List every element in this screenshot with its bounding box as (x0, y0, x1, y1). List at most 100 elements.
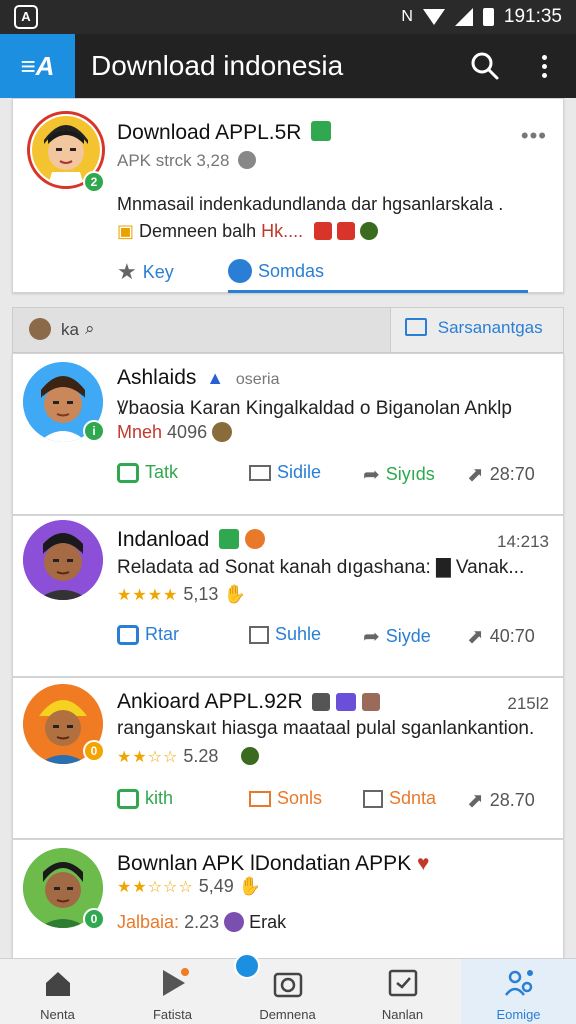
nav-item-play[interactable]: Fatista (115, 959, 230, 1024)
avatar-illustration (23, 520, 103, 600)
action-mail-label: Sonls (277, 788, 323, 808)
post-stats: Mneh 4096 (117, 422, 233, 443)
trend-icon (405, 318, 427, 336)
featured-subtitle: APK strck 3,28 (117, 151, 257, 171)
action-gift[interactable]: Sdnta (363, 788, 436, 809)
app-logo[interactable]: ≡A (0, 34, 75, 98)
chat-icon (117, 462, 139, 483)
verified-tag-icon (311, 121, 332, 141)
nav-item-inbox[interactable]: Nanlan (345, 959, 460, 1024)
post-title[interactable]: Bownlan APK lDondatian APPK ♥ (117, 852, 430, 876)
post-rating-value: 5.28 (183, 746, 219, 766)
action-share[interactable]: ➦ Siyıds (363, 462, 435, 487)
tag-icon: ⬈ (467, 626, 484, 648)
post-badge: i (83, 420, 105, 442)
post-card[interactable]: i Ashlaids ▲ oseria Ꝟbaosia Karan Kingal… (12, 353, 564, 515)
app-bar: ≡A Download indonesia (0, 34, 576, 98)
key-link[interactable]: ★ Key (117, 259, 174, 285)
action-star[interactable]: Rtar (117, 624, 179, 645)
filter-trending[interactable]: Sarsanantgas (405, 318, 543, 338)
share-icon: ➦ (363, 464, 380, 486)
filter-bar: ka ⌕ Sarsanantgas (12, 307, 564, 353)
action-mail[interactable]: Sidile (249, 462, 321, 483)
nav-camera-badge-icon (234, 953, 260, 979)
post-rating-value: 5,49 (198, 876, 234, 896)
action-share-label: Siyde (385, 626, 431, 646)
user-mini-icon (29, 318, 51, 340)
badge-round-icon (244, 529, 265, 549)
post-badge: 0 (83, 908, 105, 930)
post-title-text: Bownlan APK lDondatian APPK (117, 852, 412, 875)
action-mail[interactable]: Sonls (249, 788, 322, 809)
action-talk[interactable]: Tatk (117, 462, 178, 483)
post-extra-label: Jalbaia: (117, 912, 180, 932)
post-title[interactable]: Ankioard APPL.92R (117, 690, 381, 714)
post-actions: kith Sonls Sdnta ⬈ 28.70 (117, 788, 557, 818)
wifi-icon (422, 9, 445, 25)
action-gift[interactable]: Suhle (249, 624, 321, 645)
post-text: Reladata ad Sonat kanah dıgashana: ▇ Van… (117, 557, 525, 578)
post-title-text: Ankioard APPL.92R (117, 690, 303, 713)
rating-stars: ★★★★ (117, 587, 179, 604)
mini-avatar-icon (224, 912, 245, 932)
featured-description-2: ▣ Demneen balh Hk.... (117, 221, 379, 242)
post-avatar[interactable] (23, 520, 103, 600)
gift-icon: ▣ (117, 221, 135, 241)
action-talk-label: Tatk (145, 462, 179, 482)
post-actions: Rtar Suhle ➦ Siyde ⬈ 40:70 (117, 624, 557, 654)
featured-title-text: Download APPL.5R (117, 121, 302, 144)
leaf-icon (241, 747, 260, 765)
somdas-link[interactable]: Somdas (228, 259, 324, 283)
emoji-icon: ✋ (238, 876, 262, 896)
battery-icon (482, 8, 494, 26)
filter-search-label: ka (61, 320, 79, 339)
nav-label-play: Fatista (152, 1007, 192, 1022)
nav-item-camera[interactable]: Demnena (230, 953, 345, 1024)
post-extra: Jalbaia: 2.23 Erak (117, 912, 286, 933)
nav-item-home[interactable]: Nenta (0, 959, 115, 1024)
post-time: 215l2 (507, 694, 549, 713)
post-rating: ★★☆☆☆ 5,49 ✋ (117, 876, 261, 897)
action-tag-label: 28:70 (489, 464, 535, 484)
nav-item-profile[interactable]: Eomige (461, 959, 576, 1024)
action-share[interactable]: ➦ Siyde (363, 624, 431, 649)
post-title[interactable]: Ashlaids ▲ oseria (117, 366, 279, 390)
action-tag[interactable]: ⬈ 28:70 (467, 462, 535, 487)
post-rating-value: 5,13 (183, 584, 219, 604)
mail-icon (249, 464, 271, 481)
post-meta: oseria (235, 371, 280, 388)
nfc-icon: N (401, 8, 413, 25)
heart-icon: ♥ (417, 852, 430, 875)
action-tag-label: 40:70 (489, 626, 535, 646)
featured-more-icon[interactable]: ••• (521, 123, 547, 149)
action-kith[interactable]: kith (117, 788, 173, 809)
post-rating: ★★★★ 5,13 ✋ (117, 584, 246, 605)
somdas-link-label: Somdas (258, 260, 325, 281)
action-gift-label: Sdnta (389, 788, 437, 808)
post-time: 14:213 (497, 532, 549, 551)
featured-desc2-prefix: Demneen balh (139, 221, 262, 241)
action-tag[interactable]: ⬈ 40:70 (467, 624, 535, 649)
post-title[interactable]: Indanload (117, 528, 265, 552)
featured-desc2-highlight: Hk.... (261, 221, 304, 241)
action-tag[interactable]: ⬈ 28.70 (467, 788, 535, 813)
post-text: ranganskaıt hiasga maataal pulal sganlan… (117, 718, 535, 739)
action-share-label: Siyıds (385, 464, 435, 484)
camera-icon (273, 972, 303, 998)
tag-brown-icon (362, 693, 381, 711)
filter-search[interactable]: ka ⌕ (13, 308, 391, 352)
filter-search-icon: ⌕ (85, 319, 95, 338)
search-icon[interactable] (470, 51, 500, 81)
action-gift-label: Suhle (275, 624, 322, 644)
post-card[interactable]: 0 Bownlan APK lDondatian APPK ♥ ★★☆☆☆ 5,… (12, 839, 564, 969)
more-vert-icon[interactable] (534, 52, 554, 82)
tag-icon: ⬈ (467, 464, 484, 486)
nav-label-camera: Demnena (259, 1007, 316, 1022)
featured-card[interactable]: 2 Download APPL.5R ••• APK strck 3,28 Mn… (12, 98, 564, 293)
post-card[interactable]: Indanload 14:213 Reladata ad Sonat kanah… (12, 515, 564, 677)
post-card[interactable]: 0 Ankioard APPL.92R 215l2 ranganskaıt hi… (12, 677, 564, 839)
featured-title[interactable]: Download APPL.5R (117, 121, 332, 145)
post-rating: ★★☆☆ 5.28 (117, 746, 260, 767)
page-title: Download indonesia (91, 50, 344, 81)
gift-icon (363, 789, 383, 808)
